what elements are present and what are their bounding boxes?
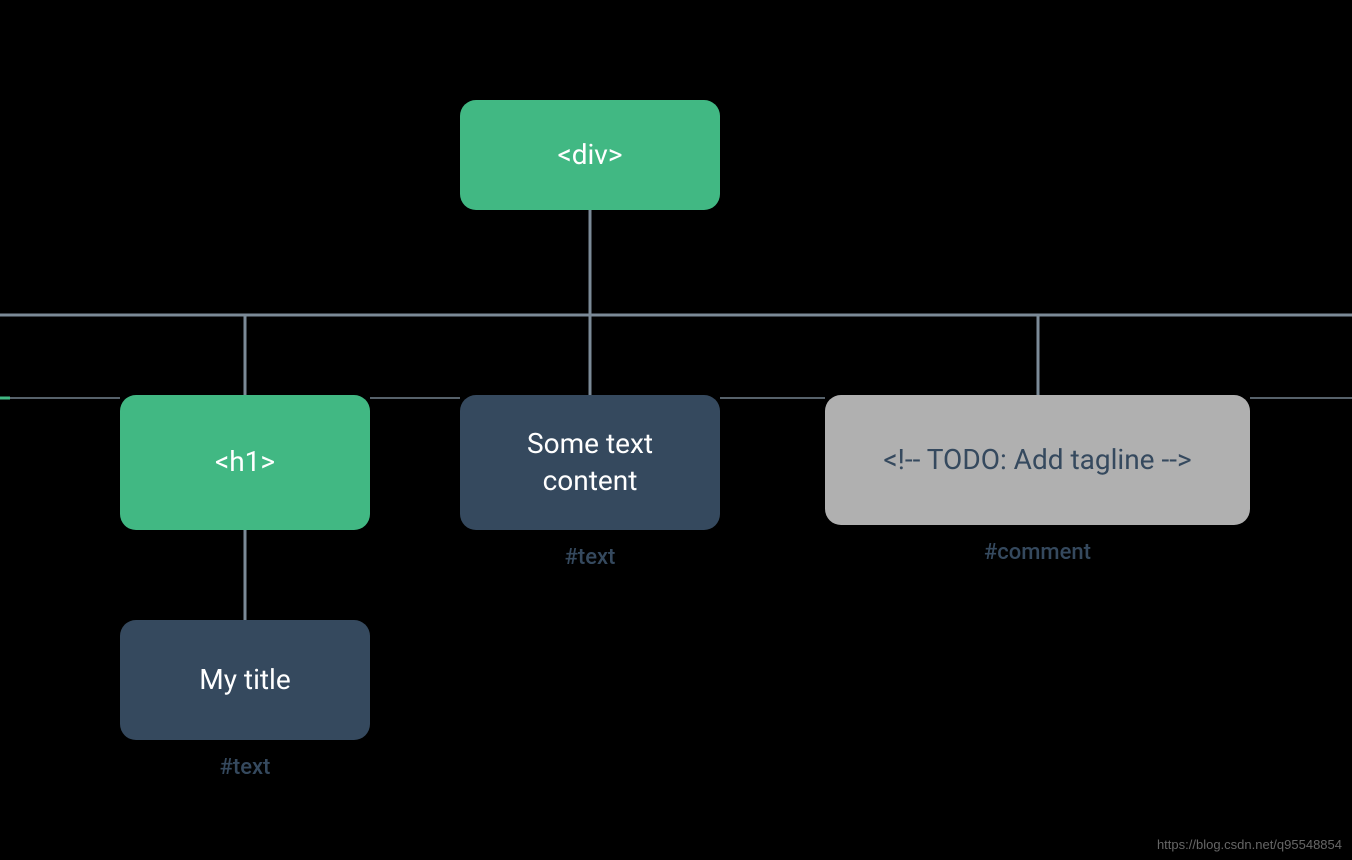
caption-comment: #comment <box>825 540 1250 565</box>
node-comment: <!-- TODO: Add tagline --> <box>825 395 1250 525</box>
node-text-content-label: Some text content <box>480 426 700 499</box>
node-h1-label: <h1> <box>215 444 275 480</box>
watermark: https://blog.csdn.net/q95548854 <box>1157 837 1342 852</box>
caption-text-content: #text <box>460 545 720 570</box>
diagram-canvas: <div> <h1> Some text content #text <!-- … <box>0 0 1352 860</box>
node-text-content: Some text content <box>460 395 720 530</box>
node-my-title: My title <box>120 620 370 740</box>
node-h1: <h1> <box>120 395 370 530</box>
node-my-title-label: My title <box>199 662 290 698</box>
node-div: <div> <box>460 100 720 210</box>
node-div-label: <div> <box>557 137 622 173</box>
node-comment-label: <!-- TODO: Add tagline --> <box>883 442 1191 478</box>
caption-my-title: #text <box>120 755 370 780</box>
